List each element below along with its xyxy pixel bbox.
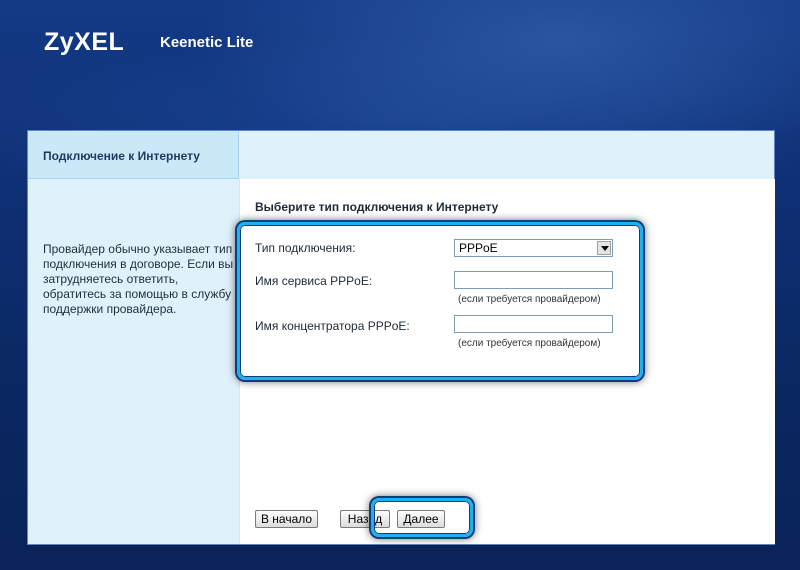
- start-button[interactable]: В начало: [255, 510, 318, 528]
- tab-internet-connection[interactable]: Подключение к Интернету: [28, 131, 239, 179]
- service-name-label: Имя сервиса PPPoE:: [255, 274, 373, 288]
- chevron-down-icon[interactable]: [597, 241, 611, 255]
- main-content: Выберите тип подключения к Интернету Тип…: [239, 179, 775, 544]
- connection-type-select[interactable]: PPPoE: [454, 239, 613, 257]
- service-name-hint: (если требуется провайдером): [458, 294, 601, 305]
- form-heading: Выберите тип подключения к Интернету: [255, 200, 499, 214]
- wizard-panel: Подключение к Интернету Провайдер обычно…: [27, 130, 775, 545]
- connection-type-value: PPPoE: [459, 241, 498, 255]
- tab-label: Подключение к Интернету: [43, 149, 200, 163]
- sidebar: Провайдер обычно указывает тип подключен…: [28, 179, 239, 544]
- service-name-input[interactable]: [454, 271, 613, 289]
- next-button[interactable]: Далее: [397, 510, 445, 528]
- concentrator-input[interactable]: [454, 315, 613, 333]
- back-button[interactable]: Назад: [340, 510, 390, 528]
- concentrator-hint: (если требуется провайдером): [458, 338, 601, 349]
- zyxel-logo: ZyXEL: [44, 28, 125, 56]
- connection-type-label: Тип подключения:: [255, 241, 356, 255]
- product-name: Keenetic Lite: [160, 34, 254, 51]
- concentrator-label: Имя концентратора PPPoE:: [255, 319, 410, 333]
- help-text: Провайдер обычно указывает тип подключен…: [43, 242, 234, 316]
